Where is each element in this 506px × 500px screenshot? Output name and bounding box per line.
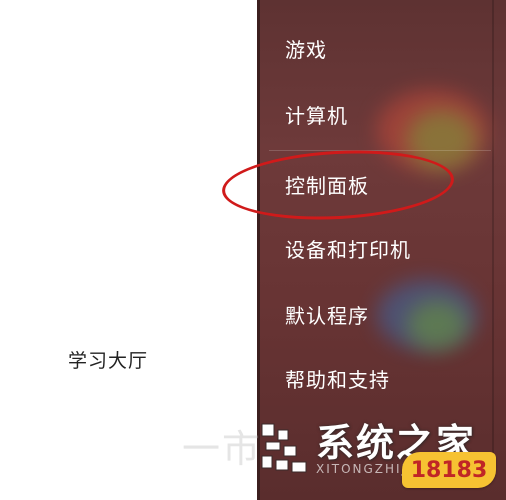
menu-item-computer[interactable]: 计算机 xyxy=(285,100,348,129)
menu-right-edge xyxy=(492,0,494,460)
left-label: 学习大厅 xyxy=(68,350,149,372)
menu-item-devices-printers[interactable]: 设备和打印机 xyxy=(285,234,411,263)
menu-item-games[interactable]: 游戏 xyxy=(285,34,327,63)
watermark-ghost-text: 一市 xyxy=(182,427,263,471)
watermark-logo-icon xyxy=(261,423,307,473)
menu-bg-orb-green2 xyxy=(407,300,467,350)
watermark-badge: 18183 xyxy=(402,452,496,488)
menu-item-help-support[interactable]: 帮助和支持 xyxy=(285,364,390,393)
menu-item-default-programs[interactable]: 默认程序 xyxy=(285,300,369,329)
